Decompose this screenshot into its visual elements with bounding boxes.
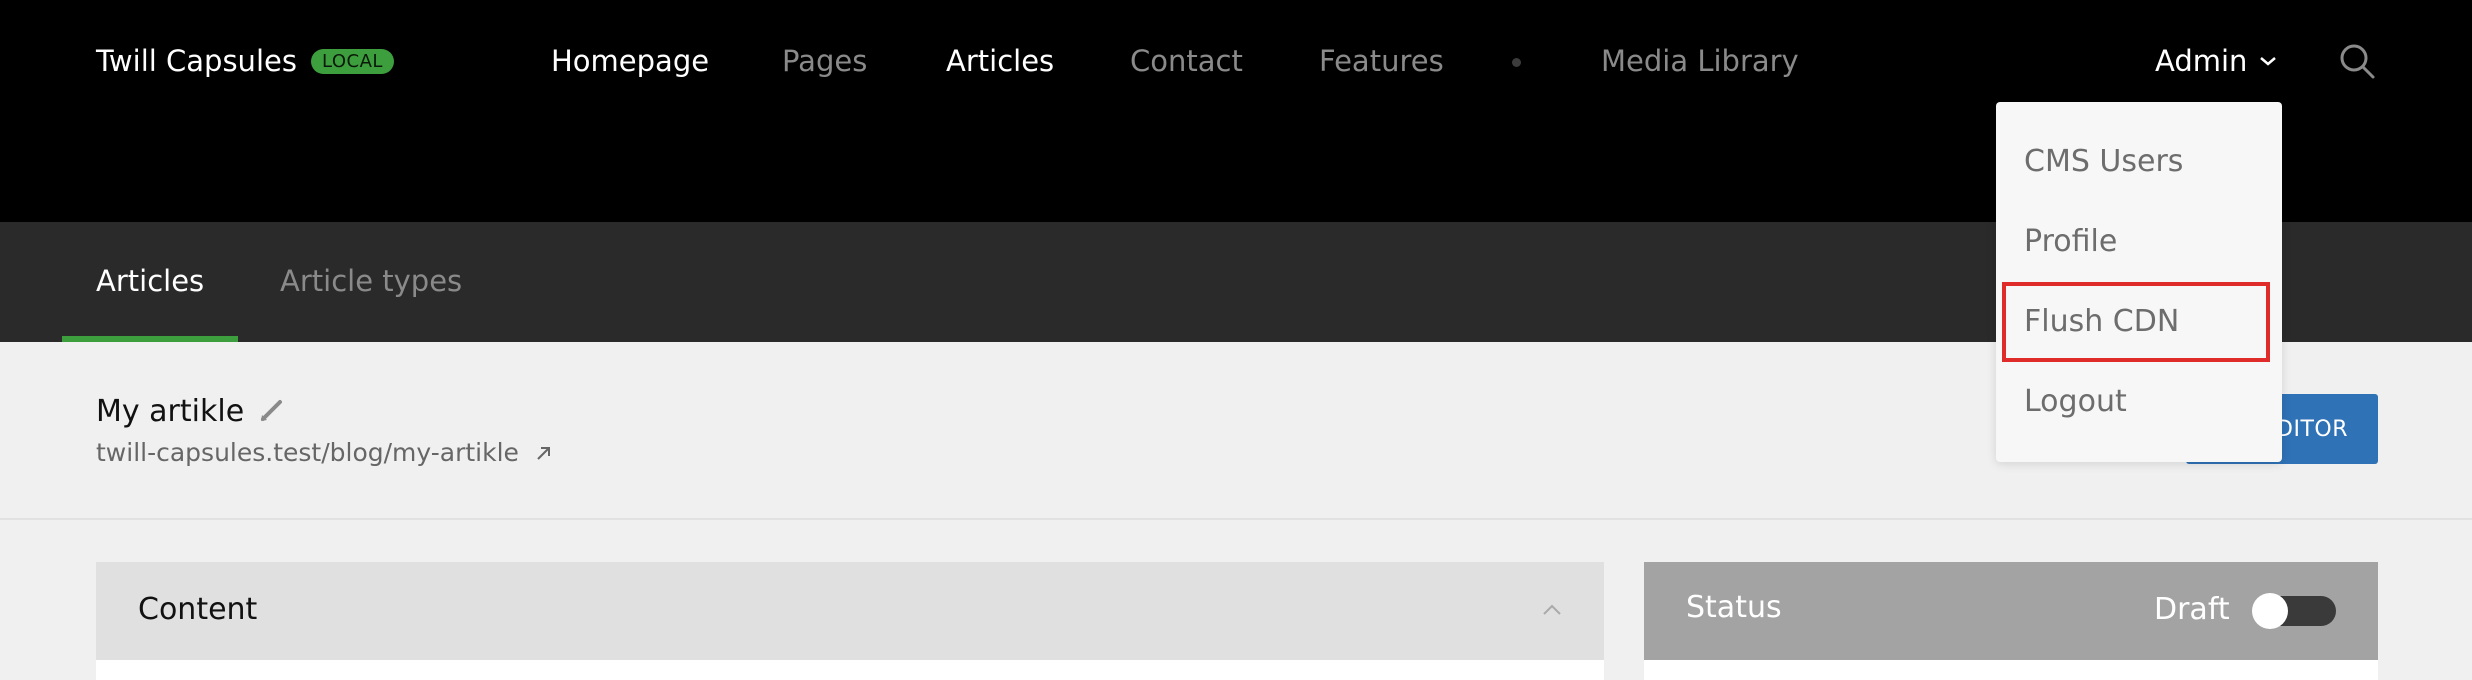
search-icon[interactable] <box>2338 42 2376 80</box>
menu-item-cms-users[interactable]: CMS Users <box>2024 144 2183 179</box>
pencil-icon[interactable] <box>258 396 286 424</box>
environment-badge: LOCAL <box>310 48 394 74</box>
user-menu-label: Admin <box>2155 44 2248 78</box>
publish-toggle[interactable] <box>2252 593 2336 629</box>
external-link-icon <box>537 446 550 460</box>
tab-articles[interactable]: Articles <box>96 264 204 298</box>
editor-button-label: DITOR <box>2276 416 2348 442</box>
content-panel-header[interactable]: Content <box>96 562 1604 660</box>
status-panel: Status Draft <box>1644 562 2378 680</box>
menu-item-profile[interactable]: Profile <box>2024 224 2117 259</box>
tab-article-types[interactable]: Article types <box>280 264 462 298</box>
app-brand[interactable]: Twill Capsules LOCAL <box>96 44 394 78</box>
nav-item-homepage[interactable]: Homepage <box>551 44 709 78</box>
status-panel-title: Status <box>1686 590 1782 625</box>
status-value: Draft <box>2154 592 2230 627</box>
nav-item-features[interactable]: Features <box>1319 44 1444 78</box>
chevron-up-icon[interactable] <box>1542 604 1562 616</box>
chevron-down-icon <box>2260 57 2277 66</box>
status-panel-header: Status Draft <box>1644 562 2378 660</box>
record-title: My artikle <box>96 394 245 429</box>
app-name[interactable]: Twill Capsules <box>96 44 297 78</box>
toggle-knob <box>2252 593 2288 629</box>
nav-item-pages[interactable]: Pages <box>782 44 867 78</box>
content-panel-title: Content <box>138 592 258 627</box>
nav-item-media-library[interactable]: Media Library <box>1601 44 1799 78</box>
user-menu-toggle[interactable]: Admin <box>2155 44 2277 78</box>
content-panel: Content <box>96 562 1604 680</box>
nav-separator-dot <box>1512 58 1521 67</box>
permalink-link[interactable]: twill-capsules.test/blog/my-artikle <box>96 438 553 467</box>
permalink-url: twill-capsules.test/blog/my-artikle <box>96 438 519 467</box>
highlight-box <box>2002 282 2270 362</box>
menu-item-logout[interactable]: Logout <box>2024 384 2127 419</box>
nav-item-contact[interactable]: Contact <box>1130 44 1243 78</box>
nav-item-articles[interactable]: Articles <box>946 44 1054 78</box>
